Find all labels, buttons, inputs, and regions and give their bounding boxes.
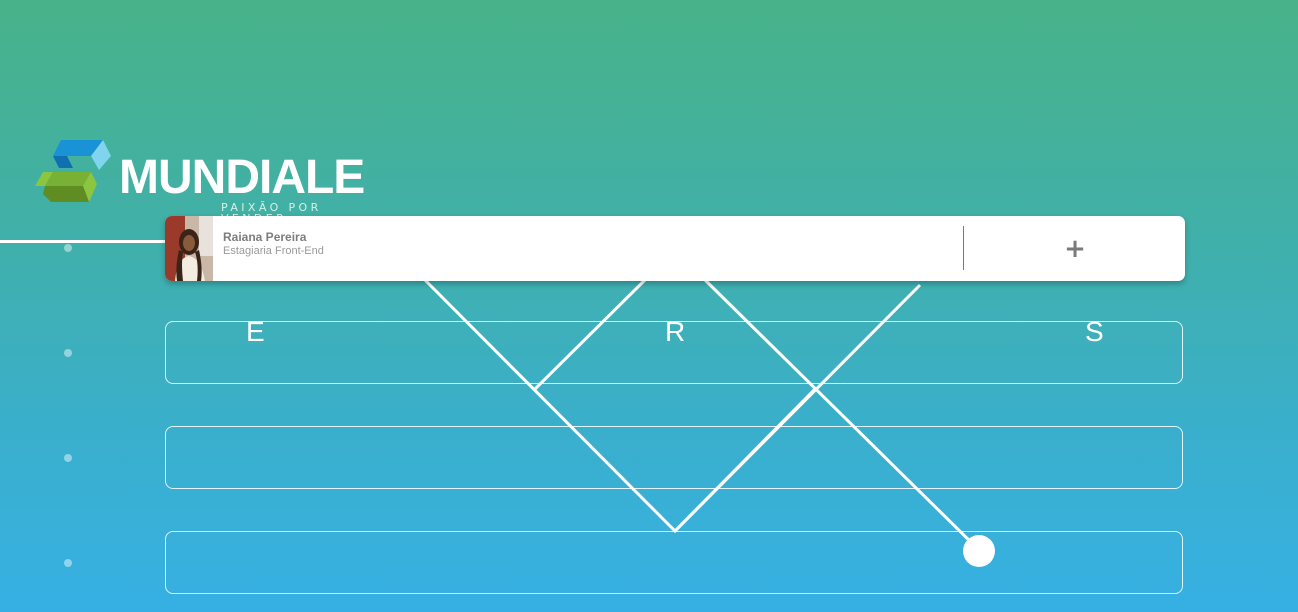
zigzag-path <box>418 273 995 567</box>
card-divider <box>963 226 964 270</box>
avatar <box>165 216 213 281</box>
letter-r: R <box>665 316 686 347</box>
user-name: Raiana Pereira <box>223 230 307 244</box>
profile-card: Raiana Pereira Estagiaria Front-End + <box>165 216 1185 281</box>
user-role: Estagiaria Front-End <box>223 245 324 257</box>
add-button[interactable]: + <box>1045 230 1105 268</box>
path-end-marker <box>963 535 995 567</box>
letter-s: S <box>1085 316 1104 347</box>
avatar-photo-icon <box>165 216 213 281</box>
letter-e: E <box>246 316 265 347</box>
